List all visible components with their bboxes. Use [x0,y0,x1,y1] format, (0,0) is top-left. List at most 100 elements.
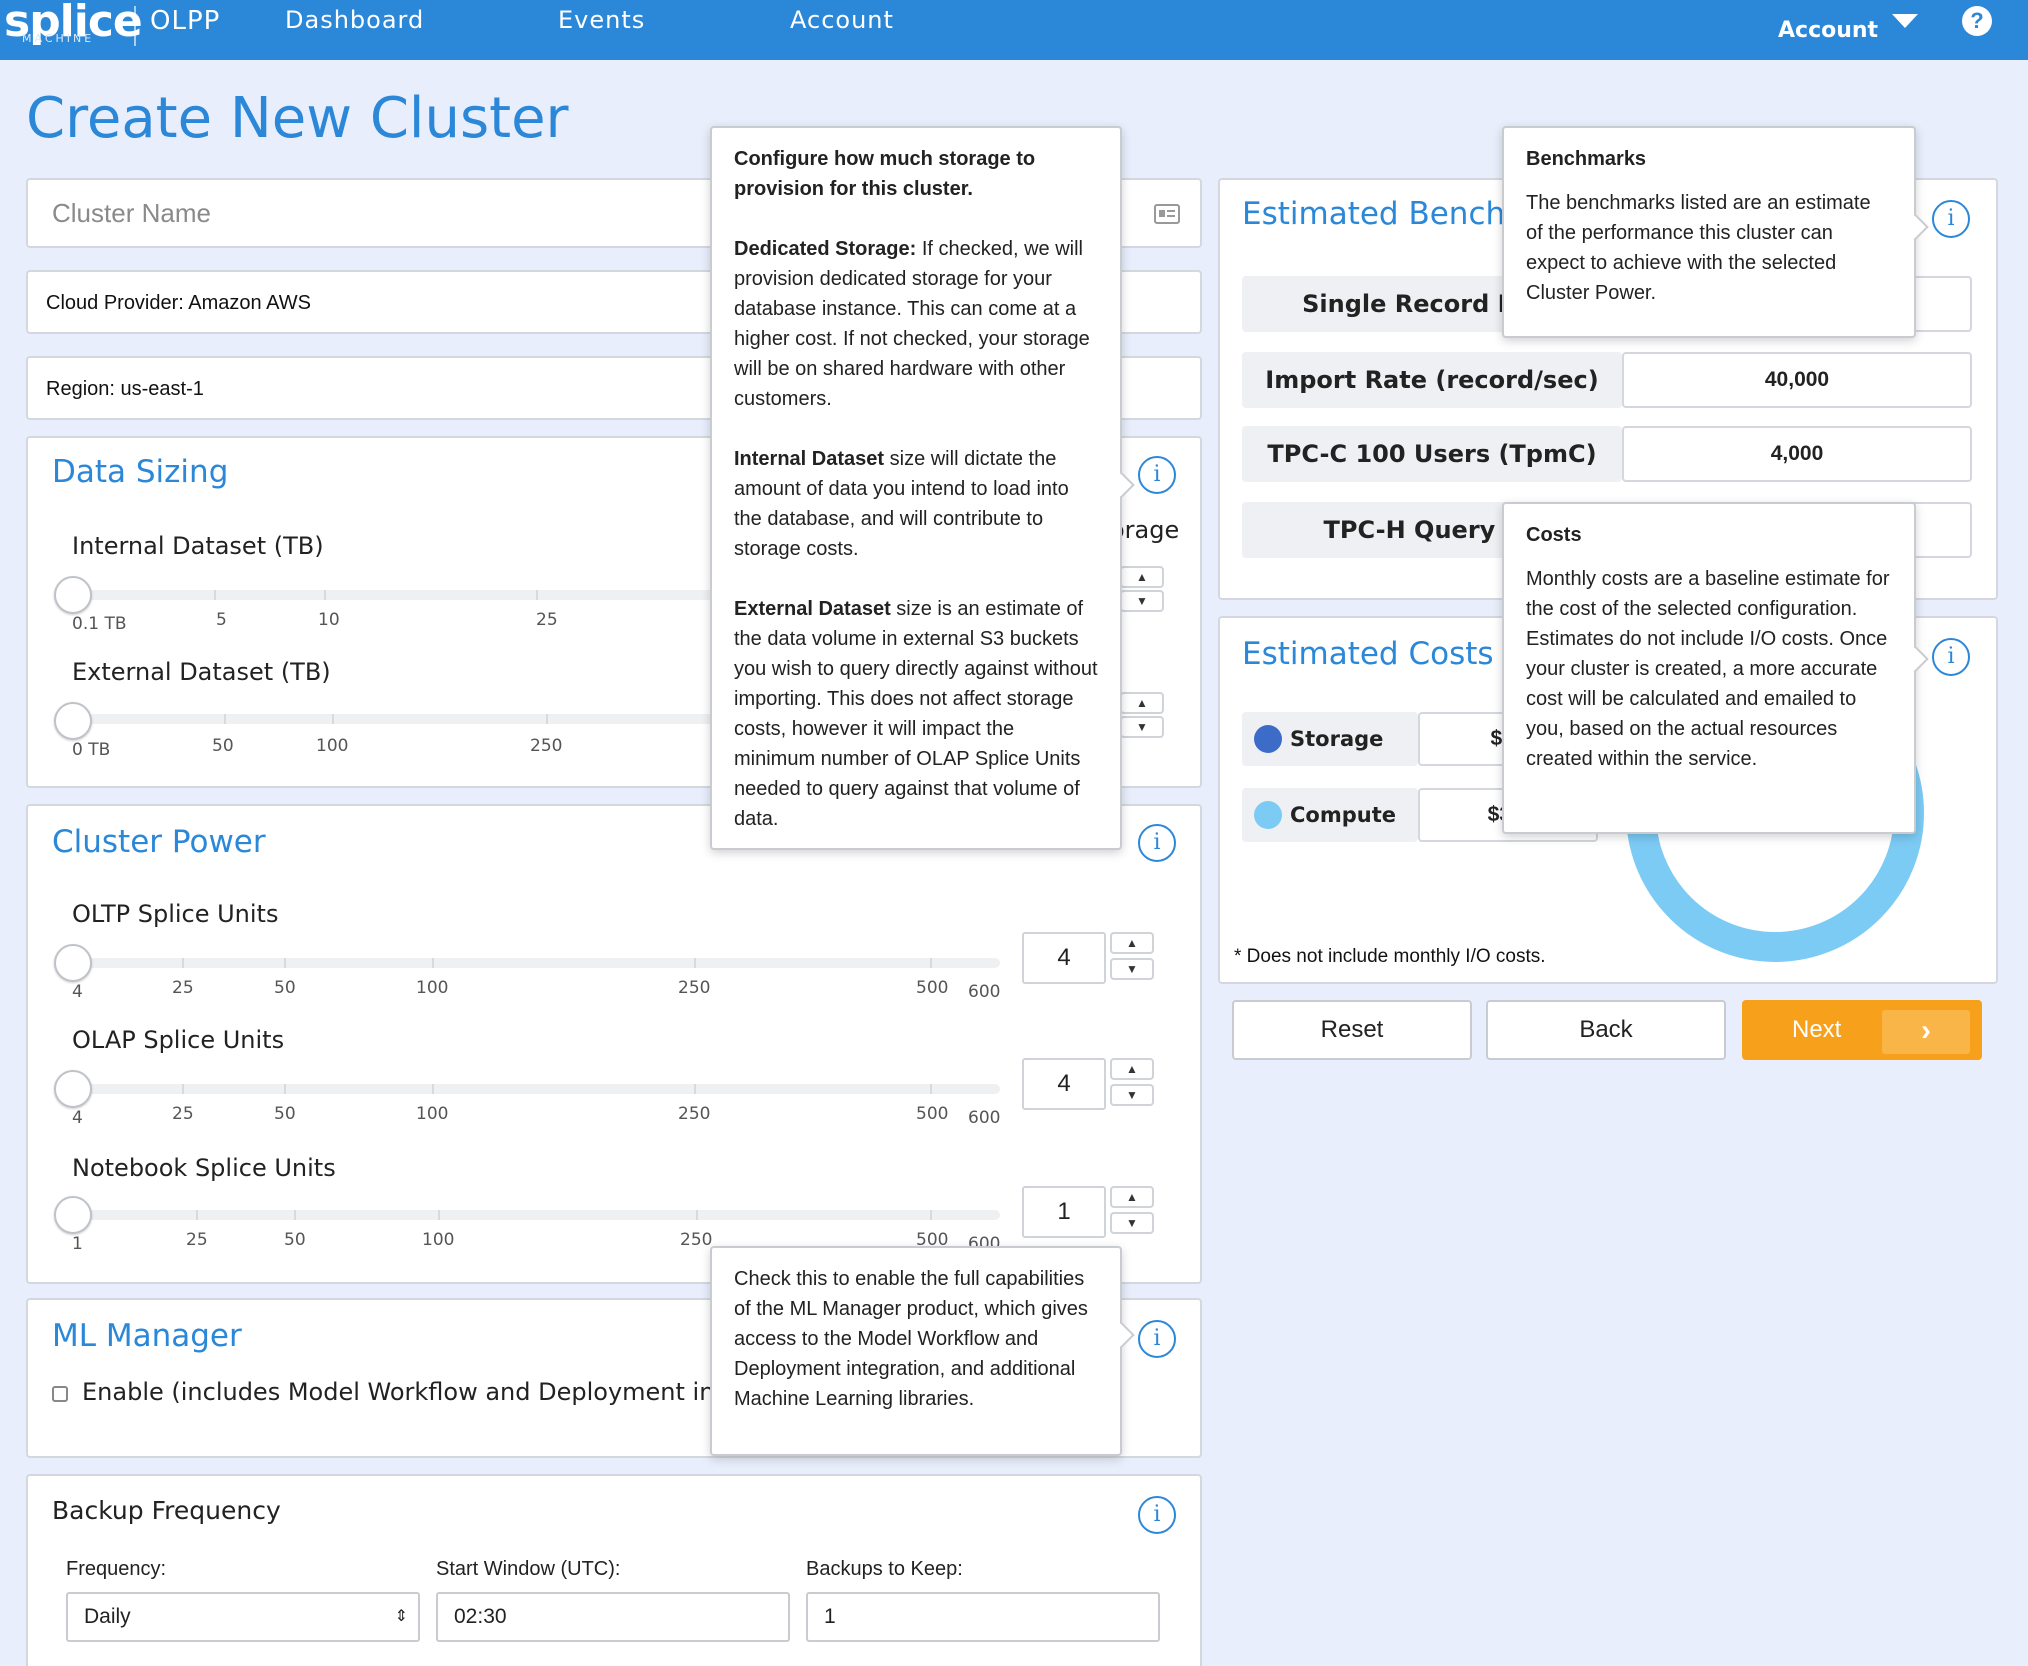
olap-decrement-button[interactable]: ▼ [1110,1084,1154,1106]
next-button[interactable]: Next › [1742,1000,1982,1060]
slider-tick [930,1084,932,1094]
start-window-input[interactable]: 02:30 [436,1592,790,1642]
tick-label: 100 [316,736,349,756]
frequency-label: Frequency: [66,1558,167,1580]
top-navbar: splice MACHINE OLPP Dashboard Events Acc… [0,0,2028,60]
tick-label: 25 [172,1104,194,1124]
ml-manager-info-icon[interactable]: i [1138,1320,1176,1358]
product-name: OLPP [150,6,221,36]
storage-legend-dot [1254,725,1282,753]
cluster-name-placeholder: Cluster Name [52,198,211,228]
benchmarks-tooltip: Benchmarks The benchmarks listed are an … [1502,126,1929,338]
cluster-power-title: Cluster Power [52,824,266,860]
external-decrement-button[interactable]: ▼ [1120,716,1164,738]
start-window-label: Start Window (UTC): [436,1558,621,1580]
tick-label: 0 TB [72,740,111,760]
backups-to-keep-input[interactable]: 1 [806,1592,1160,1642]
nav-dashboard[interactable]: Dashboard [285,6,424,34]
chevron-down-icon[interactable] [1892,14,1918,28]
nav-account[interactable]: Account [790,6,894,34]
tick-label: 25 [186,1230,208,1250]
tick-label: 50 [274,1104,296,1124]
data-sizing-info-icon[interactable]: i [1138,456,1176,494]
data-sizing-title: Data Sizing [52,454,229,490]
help-icon[interactable]: ? [1962,6,1992,36]
nav-events[interactable]: Events [558,6,645,34]
frequency-select[interactable]: Daily ⇕ [66,1592,420,1642]
tick-label: 250 [678,1104,711,1124]
tick-label: 25 [172,978,194,998]
page-title: Create New Cluster [26,86,569,151]
region-text: Region: us-east-1 [46,378,204,400]
external-dataset-slider-track[interactable] [72,714,752,724]
olap-units-slider-track[interactable] [72,1084,1000,1094]
frequency-select-value: Daily [84,1605,131,1628]
slider-tick [438,1210,440,1220]
notebook-units-slider-track[interactable] [72,1210,1000,1220]
slider-tick [182,958,184,968]
notebook-units-input[interactable]: 1 [1022,1186,1106,1238]
slider-tick [332,714,334,724]
slider-tick [284,958,286,968]
backup-frequency-panel: Backup Frequency i Frequency: Daily ⇕ St… [26,1474,1202,1666]
external-increment-button[interactable]: ▲ [1120,692,1164,714]
slider-tick [930,1210,932,1220]
tick-label: 50 [284,1230,306,1250]
logo-divider [134,6,136,46]
account-menu[interactable]: Account [1778,18,1878,43]
slider-tick [284,1084,286,1094]
back-button[interactable]: Back [1486,1000,1726,1060]
logo-subtitle: MACHINE [22,32,95,45]
oltp-units-label: OLTP Splice Units [72,900,279,928]
oltp-decrement-button[interactable]: ▼ [1110,958,1154,980]
external-dataset-slider-handle[interactable] [54,702,92,740]
ml-manager-checkbox[interactable] [52,1386,68,1402]
slider-tick [694,1084,696,1094]
tick-label: 10 [318,610,340,630]
tick-label: 5 [216,610,227,630]
oltp-units-input[interactable]: 4 [1022,932,1106,984]
tick-label: 4 [72,1108,83,1128]
notebook-units-slider-handle[interactable] [54,1196,92,1234]
contact-card-icon [1154,204,1180,224]
slider-tick [182,1084,184,1094]
benchmark-value: 4,000 [1622,426,1972,482]
internal-dataset-slider-handle[interactable] [54,576,92,614]
storage-cost-label: Storage [1242,712,1418,766]
storage-tooltip-dedicated: Dedicated Storage: If checked, we will p… [734,238,1090,410]
internal-dataset-slider-track[interactable] [72,590,752,600]
notebook-decrement-button[interactable]: ▼ [1110,1212,1154,1234]
costs-tooltip-heading: Costs [1526,524,1582,546]
internal-dataset-label: Internal Dataset (TB) [72,532,324,560]
olap-units-input[interactable]: 4 [1022,1058,1106,1110]
costs-footnote: * Does not include monthly I/O costs. [1234,946,1546,967]
oltp-increment-button[interactable]: ▲ [1110,932,1154,954]
benchmark-label: TPC-C 100 Users (TpmC) [1242,426,1622,482]
benchmark-value: 40,000 [1622,352,1972,408]
olap-increment-button[interactable]: ▲ [1110,1058,1154,1080]
compute-legend-dot [1254,801,1282,829]
benchmarks-info-icon[interactable]: i [1932,200,1970,238]
storage-tooltip: Configure how much storage to provision … [710,126,1135,850]
oltp-units-slider-handle[interactable] [54,944,92,982]
oltp-units-slider-track[interactable] [72,958,1000,968]
external-dataset-label: External Dataset (TB) [72,658,331,686]
olap-units-slider-handle[interactable] [54,1070,92,1108]
cluster-power-panel: Cluster Power i OLTP Splice Units 4 25 5… [26,804,1202,1284]
slider-tick [694,958,696,968]
slider-tick [432,958,434,968]
backup-info-icon[interactable]: i [1138,1496,1176,1534]
compute-cost-label: Compute [1242,788,1418,842]
internal-increment-button[interactable]: ▲ [1120,566,1164,588]
benchmarks-tooltip-heading: Benchmarks [1526,148,1647,170]
internal-decrement-button[interactable]: ▼ [1120,590,1164,612]
notebook-increment-button[interactable]: ▲ [1110,1186,1154,1208]
tick-label: 100 [422,1230,455,1250]
reset-button[interactable]: Reset [1232,1000,1472,1060]
slider-tick [324,590,326,600]
cluster-power-info-icon[interactable]: i [1138,824,1176,862]
tick-label: 250 [678,978,711,998]
storage-tooltip-internal: Internal Dataset size will dictate the a… [734,448,1069,560]
ml-tooltip-text: Check this to enable the full capabiliti… [734,1268,1088,1410]
cloud-provider-text: Cloud Provider: Amazon AWS [46,292,311,314]
